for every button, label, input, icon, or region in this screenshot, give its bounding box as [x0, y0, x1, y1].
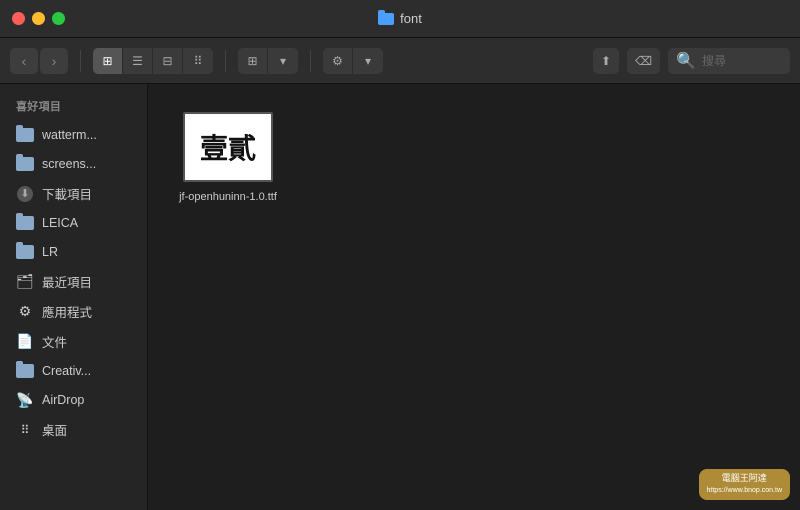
file-item-jf-font[interactable]: 壹貳 jf-openhuninn-1.0.ttf [168, 104, 288, 213]
view-columns-btn[interactable]: ⊟ [153, 48, 183, 74]
search-icon: 🔍 [676, 51, 696, 71]
share-button[interactable]: ⬆ [593, 48, 619, 74]
sidebar-label-creative: Creativ... [42, 364, 91, 378]
toolbar: ‹ › ⊞ ☰ ⊟ ⠿ ⊞ ▾ ⚙ ▾ ⬆ ⌫ 🔍 [0, 38, 800, 84]
sidebar-item-creative[interactable]: Creativ... [4, 357, 143, 385]
folder-icon-lr [16, 243, 34, 261]
separator-3 [310, 50, 311, 72]
download-icon: ⬇ [16, 185, 34, 203]
sidebar-label-watterm: watterm... [42, 128, 97, 142]
airdrop-icon: 📡 [16, 391, 34, 409]
sidebar-item-recent[interactable]: 🗂 最近項目 [4, 267, 143, 296]
folder-icon-screens [16, 155, 34, 173]
traffic-lights [12, 12, 65, 25]
title-folder-icon [378, 13, 394, 25]
sidebar-item-docs[interactable]: 📄 文件 [4, 327, 143, 356]
sidebar-label-recent: 最近項目 [42, 272, 92, 291]
font-preview: 壹貳 [183, 112, 273, 182]
sidebar-item-lr[interactable]: LR [4, 238, 143, 266]
arrange-btn[interactable]: ⊞ [238, 48, 268, 74]
sidebar-label-screens: screens... [42, 157, 96, 171]
sidebar-label-airdrop: AirDrop [42, 393, 84, 407]
main-area: 喜好項目 watterm... screens... ⬇ 下載項目 LEICA [0, 84, 800, 510]
view-list-btn[interactable]: ☰ [123, 48, 153, 74]
sidebar-item-leica[interactable]: LEICA [4, 209, 143, 237]
sidebar-section-label: 喜好項目 [0, 94, 147, 120]
recent-icon: 🗂 [16, 273, 34, 291]
gear-dropdown[interactable]: ▾ [353, 48, 383, 74]
sidebar-label-downloads: 下載項目 [42, 184, 92, 203]
watermark-text: 電腦王阿達https://www.bnop.con.tw [707, 473, 782, 496]
separator-1 [80, 50, 81, 72]
title-text: font [400, 11, 422, 26]
view-icon-btn[interactable]: ⊞ [93, 48, 123, 74]
minimize-button[interactable] [32, 12, 45, 25]
file-name: jf-openhuninn-1.0.ttf [179, 190, 277, 205]
window-title: font [378, 11, 422, 26]
sidebar-label-desktop: 桌面 [42, 420, 67, 439]
back-button[interactable]: ‹ [10, 48, 38, 74]
folder-icon-leica [16, 214, 34, 232]
sidebar-label-leica: LEICA [42, 216, 78, 230]
sidebar-item-apps[interactable]: ⚙ 應用程式 [4, 297, 143, 326]
sidebar-item-downloads[interactable]: ⬇ 下載項目 [4, 179, 143, 208]
maximize-button[interactable] [52, 12, 65, 25]
sidebar-item-airdrop[interactable]: 📡 AirDrop [4, 386, 143, 414]
search-box[interactable]: 🔍 [668, 48, 790, 74]
arrange-dropdown[interactable]: ▾ [268, 48, 298, 74]
folder-icon-creative [16, 362, 34, 380]
folder-icon-watterm [16, 126, 34, 144]
nav-buttons: ‹ › [10, 48, 68, 74]
gear-button[interactable]: ⚙ [323, 48, 353, 74]
sidebar-label-docs: 文件 [42, 332, 67, 351]
font-preview-text: 壹貳 [200, 127, 256, 167]
desktop-icon: ⠿ [16, 421, 34, 439]
sidebar-item-waterm[interactable]: watterm... [4, 121, 143, 149]
sidebar-label-lr: LR [42, 245, 58, 259]
sidebar-item-screens[interactable]: screens... [4, 150, 143, 178]
watermark: 電腦王阿達https://www.bnop.con.tw [699, 469, 790, 500]
delete-button[interactable]: ⌫ [627, 48, 660, 74]
forward-button[interactable]: › [40, 48, 68, 74]
sidebar-label-apps: 應用程式 [42, 302, 92, 321]
gear-btns: ⚙ ▾ [323, 48, 383, 74]
file-area: 壹貳 jf-openhuninn-1.0.ttf 電腦王阿達https://ww… [148, 84, 800, 510]
separator-2 [225, 50, 226, 72]
group-view-btns: ⊞ ▾ [238, 48, 298, 74]
sidebar: 喜好項目 watterm... screens... ⬇ 下載項目 LEICA [0, 84, 148, 510]
view-buttons-group: ⊞ ☰ ⊟ ⠿ [93, 48, 213, 74]
close-button[interactable] [12, 12, 25, 25]
doc-icon: 📄 [16, 333, 34, 351]
view-gallery-btn[interactable]: ⠿ [183, 48, 213, 74]
search-input[interactable] [702, 54, 782, 68]
apps-icon: ⚙ [16, 303, 34, 321]
titlebar: font [0, 0, 800, 38]
sidebar-item-desktop[interactable]: ⠿ 桌面 [4, 415, 143, 444]
